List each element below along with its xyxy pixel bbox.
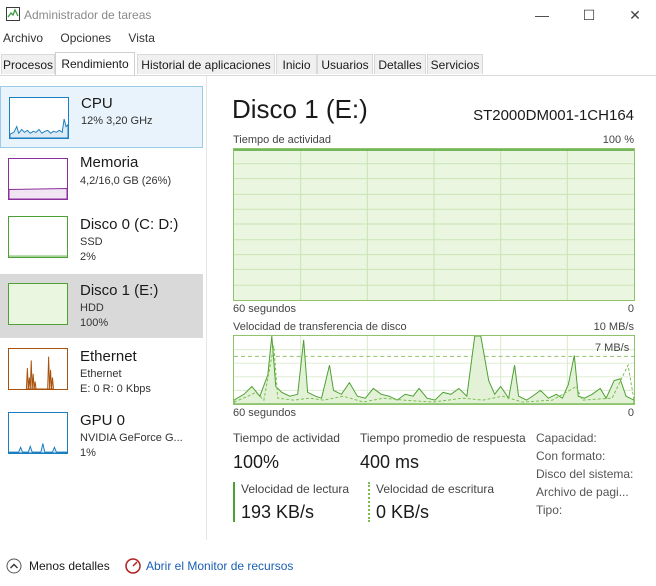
active-time-label: Tiempo de actividad [233, 431, 340, 445]
transfer-chart-max: 10 MB/s [593, 321, 634, 333]
sidebar-item-title: Disco 1 (E:) [80, 282, 159, 299]
active-time-value: 100% [233, 452, 280, 472]
ethernet-thumbnail-graph [8, 348, 68, 390]
menu-bar: Archivo Opciones Vista [0, 31, 167, 49]
sidebar-item-ethernet[interactable]: Ethernet Ethernet E: 0 R: 0 Kbps [0, 342, 203, 404]
sidebar-item-detail: 4,2/16,0 GB (26%) [80, 175, 172, 187]
tab-historial[interactable]: Historial de aplicaciones [137, 54, 275, 74]
property-formatted: Con formato: [536, 449, 606, 463]
transfer-chart-time: 60 segundos [233, 407, 296, 419]
sidebar-item-detail: Ethernet [80, 368, 122, 380]
fewer-details-link[interactable]: Menos detalles [29, 559, 110, 573]
tab-procesos[interactable]: Procesos [1, 54, 55, 74]
read-speed-marker [233, 482, 235, 522]
sidebar-item-detail: NVIDIA GeForce G... [80, 432, 183, 444]
resource-monitor-icon [125, 558, 141, 574]
read-speed-value: 193 KB/s [241, 502, 315, 522]
sidebar-item-usage: E: 0 R: 0 Kbps [80, 383, 151, 395]
sidebar-item-title: Disco 0 (C: D:) [80, 216, 179, 233]
disk-1-thumbnail-graph [8, 283, 68, 325]
sidebar-item-detail: SSD [80, 236, 103, 248]
transfer-chart-label: Velocidad de transferencia de disco [233, 321, 407, 333]
property-page-file: Archivo de pagi... [536, 485, 629, 499]
transfer-chart-inner-label: 7 MB/s [595, 342, 630, 354]
page-title: Disco 1 (E:) [232, 94, 368, 124]
sidebar-item-detail: 12% 3,20 GHz [81, 115, 153, 127]
sidebar-item-usage: 2% [80, 251, 96, 263]
resource-sidebar: CPU 12% 3,20 GHz Memoria 4,2/16,0 GB (26… [0, 76, 207, 540]
response-time-value: 400 ms [360, 452, 420, 472]
property-system-disk: Disco del sistema: [536, 467, 634, 481]
task-manager-icon [6, 7, 20, 21]
tab-usuarios[interactable]: Usuarios [317, 54, 373, 74]
maximize-button[interactable]: ☐ [566, 0, 612, 30]
tab-strip: Procesos Rendimiento Historial de aplica… [0, 52, 656, 76]
sidebar-item-title: CPU [81, 95, 113, 112]
sidebar-item-usage: 100% [80, 317, 109, 329]
write-speed-label: Velocidad de escritura [376, 482, 495, 496]
property-type: Tipo: [536, 503, 563, 517]
chevron-up-icon[interactable] [6, 558, 22, 574]
sidebar-item-memory[interactable]: Memoria 4,2/16,0 GB (26%) [0, 148, 203, 210]
close-button[interactable]: ✕ [612, 0, 656, 30]
tab-rendimiento[interactable]: Rendimiento [55, 52, 135, 75]
cpu-thumbnail-graph [9, 97, 69, 139]
sidebar-item-gpu[interactable]: GPU 0 NVIDIA GeForce G... 1% [0, 406, 203, 468]
menu-opciones[interactable]: Opciones [58, 31, 113, 45]
gpu-thumbnail-graph [8, 412, 68, 454]
sidebar-item-title: Ethernet [80, 348, 137, 365]
minimize-button[interactable]: — [519, 0, 565, 30]
footer-bar: Menos detalles Abrir el Monitor de recur… [0, 552, 656, 582]
write-speed-value: 0 KB/s [376, 502, 430, 522]
property-capacity: Capacidad: [536, 431, 597, 445]
window-title: Administrador de tareas [24, 8, 152, 22]
menu-archivo[interactable]: Archivo [1, 31, 45, 45]
sidebar-item-title: Memoria [80, 154, 139, 171]
tab-detalles[interactable]: Detalles [374, 54, 426, 74]
sidebar-item-usage: 1% [80, 447, 96, 459]
activity-chart-min: 0 [627, 303, 634, 315]
resource-monitor-link[interactable]: Abrir el Monitor de recursos [146, 559, 293, 573]
write-speed-marker [368, 482, 370, 522]
tab-servicios[interactable]: Servicios [427, 54, 483, 74]
memory-thumbnail-graph [8, 158, 68, 200]
activity-chart-label: Tiempo de actividad [233, 134, 332, 146]
transfer-chart [233, 335, 635, 405]
response-time-label: Tiempo promedio de respuesta [360, 431, 526, 445]
sidebar-item-detail: HDD [80, 302, 104, 314]
read-speed-label: Velocidad de lectura [241, 482, 350, 496]
tab-inicio[interactable]: Inicio [276, 54, 317, 74]
disk-0-thumbnail-graph [8, 216, 68, 258]
activity-chart [233, 148, 635, 301]
activity-chart-max: 100 % [602, 134, 634, 146]
device-model: ST2000DM001-1CH164 [473, 107, 634, 124]
transfer-chart-min: 0 [627, 407, 634, 419]
sidebar-item-cpu[interactable]: CPU 12% 3,20 GHz [0, 86, 203, 148]
sidebar-item-disk-1[interactable]: Disco 1 (E:) HDD 100% [0, 274, 203, 338]
sidebar-item-title: GPU 0 [80, 412, 126, 429]
title-bar[interactable]: Administrador de tareas — ☐ ✕ [0, 0, 656, 30]
menu-vista[interactable]: Vista [126, 31, 156, 45]
sidebar-item-disk-0[interactable]: Disco 0 (C: D:) SSD 2% [0, 210, 203, 272]
activity-chart-time: 60 segundos [233, 303, 296, 315]
